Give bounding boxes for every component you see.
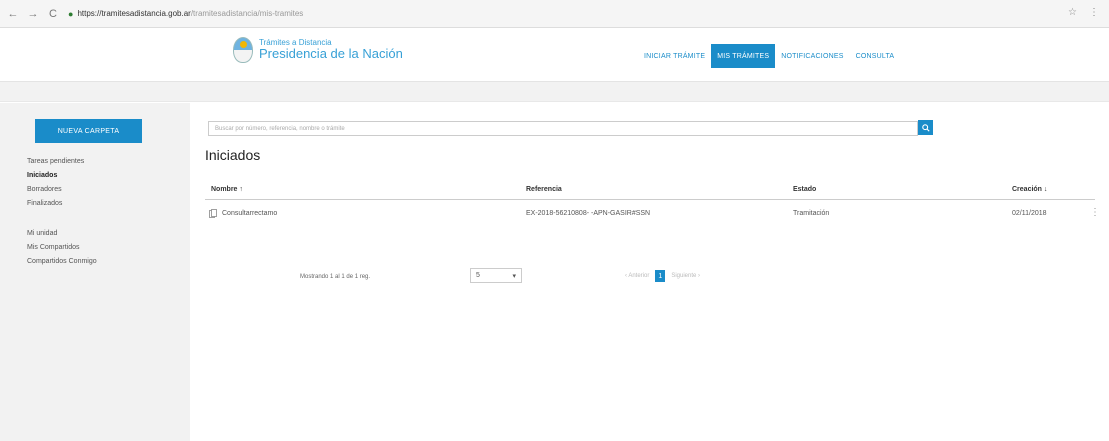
column-header-estado[interactable]: Estado xyxy=(793,186,816,193)
chevron-down-icon: ▾ xyxy=(512,272,516,280)
sidebar-item-borradores[interactable]: Borradores xyxy=(27,183,97,197)
lock-icon: ● xyxy=(68,8,74,19)
row-referencia: EX-2018-56210808- -APN-GASIR#SSN xyxy=(526,210,651,217)
url-path: /tramitesadistancia/mis-tramites xyxy=(190,9,304,18)
new-folder-button[interactable]: NUEVA CARPETA xyxy=(35,119,142,143)
menu-icon[interactable]: ⋮ xyxy=(1089,7,1099,18)
search-icon xyxy=(921,123,930,132)
nav-notificaciones[interactable]: NOTIFICACIONES xyxy=(775,46,849,68)
sidebar-item-compartidos-conmigo[interactable]: Compartidos Conmigo xyxy=(27,255,97,269)
sidebar-item-tareas-pendientes[interactable]: Tareas pendientes xyxy=(27,155,97,169)
sidebar-item-mi-unidad[interactable]: Mi unidad xyxy=(27,227,97,241)
next-page-link[interactable]: Siguiente › xyxy=(671,273,700,279)
sidebar: NUEVA CARPETA Tareas pendientes Iniciado… xyxy=(0,103,190,441)
site-header: Trámites a Distancia Presidencia de la N… xyxy=(0,28,1109,82)
star-icon[interactable]: ☆ xyxy=(1068,7,1077,18)
nav-iniciar-tramite[interactable]: INICIAR TRÁMITE xyxy=(638,46,711,68)
pagination-info: Mostrando 1 al 1 de 1 reg. xyxy=(300,274,371,280)
address-bar[interactable]: ● https://tramitesadistancia.gob.ar /tra… xyxy=(68,5,428,23)
url-host: https://tramitesadistancia.gob.ar xyxy=(77,9,191,18)
column-header-referencia[interactable]: Referencia xyxy=(526,186,562,193)
column-header-creacion[interactable]: Creación ↓ xyxy=(1012,186,1047,193)
sidebar-item-mis-compartidos[interactable]: Mis Compartidos xyxy=(27,241,97,255)
page-size-select[interactable]: 5 ▾ xyxy=(470,268,522,283)
reload-button[interactable]: C xyxy=(46,7,60,21)
nav-consulta[interactable]: CONSULTA xyxy=(850,46,901,68)
coat-of-arms-icon xyxy=(233,37,253,63)
row-creacion: 02/11/2018 xyxy=(1012,210,1047,217)
row-estado: Tramitación xyxy=(793,210,830,217)
page-title: Iniciados xyxy=(205,147,261,163)
search-input[interactable]: Buscar por número, referencia, nombre o … xyxy=(208,121,918,136)
column-header-nombre[interactable]: Nombre ↑ xyxy=(211,186,243,193)
header-band xyxy=(0,82,1109,102)
sidebar-item-finalizados[interactable]: Finalizados xyxy=(27,197,97,211)
top-nav: INICIAR TRÁMITE MIS TRÁMITES NOTIFICACIO… xyxy=(638,44,901,68)
sidebar-list: Tareas pendientes Iniciados Borradores F… xyxy=(27,155,97,269)
back-button[interactable]: ← xyxy=(6,7,20,21)
logo-title: Presidencia de la Nación xyxy=(259,46,403,62)
browser-toolbar: ← → C ● https://tramitesadistancia.gob.a… xyxy=(0,0,1109,28)
table-header-divider xyxy=(205,199,1095,200)
sidebar-item-iniciados[interactable]: Iniciados xyxy=(27,169,97,183)
page-size-value: 5 xyxy=(476,272,480,279)
pager: ‹ Anterior 1 Siguiente › xyxy=(625,270,700,282)
nav-mis-tramites[interactable]: MIS TRÁMITES xyxy=(711,44,776,68)
logo[interactable]: Trámites a Distancia Presidencia de la N… xyxy=(233,37,403,63)
row-actions-icon[interactable]: ⋮ xyxy=(1090,207,1100,218)
prev-page-link[interactable]: ‹ Anterior xyxy=(625,273,649,279)
forward-button[interactable]: → xyxy=(26,7,40,21)
page-number-current[interactable]: 1 xyxy=(655,270,666,282)
document-icon xyxy=(209,209,217,218)
search-button[interactable] xyxy=(918,120,933,135)
row-nombre[interactable]: Consultarrectamo xyxy=(222,210,277,217)
